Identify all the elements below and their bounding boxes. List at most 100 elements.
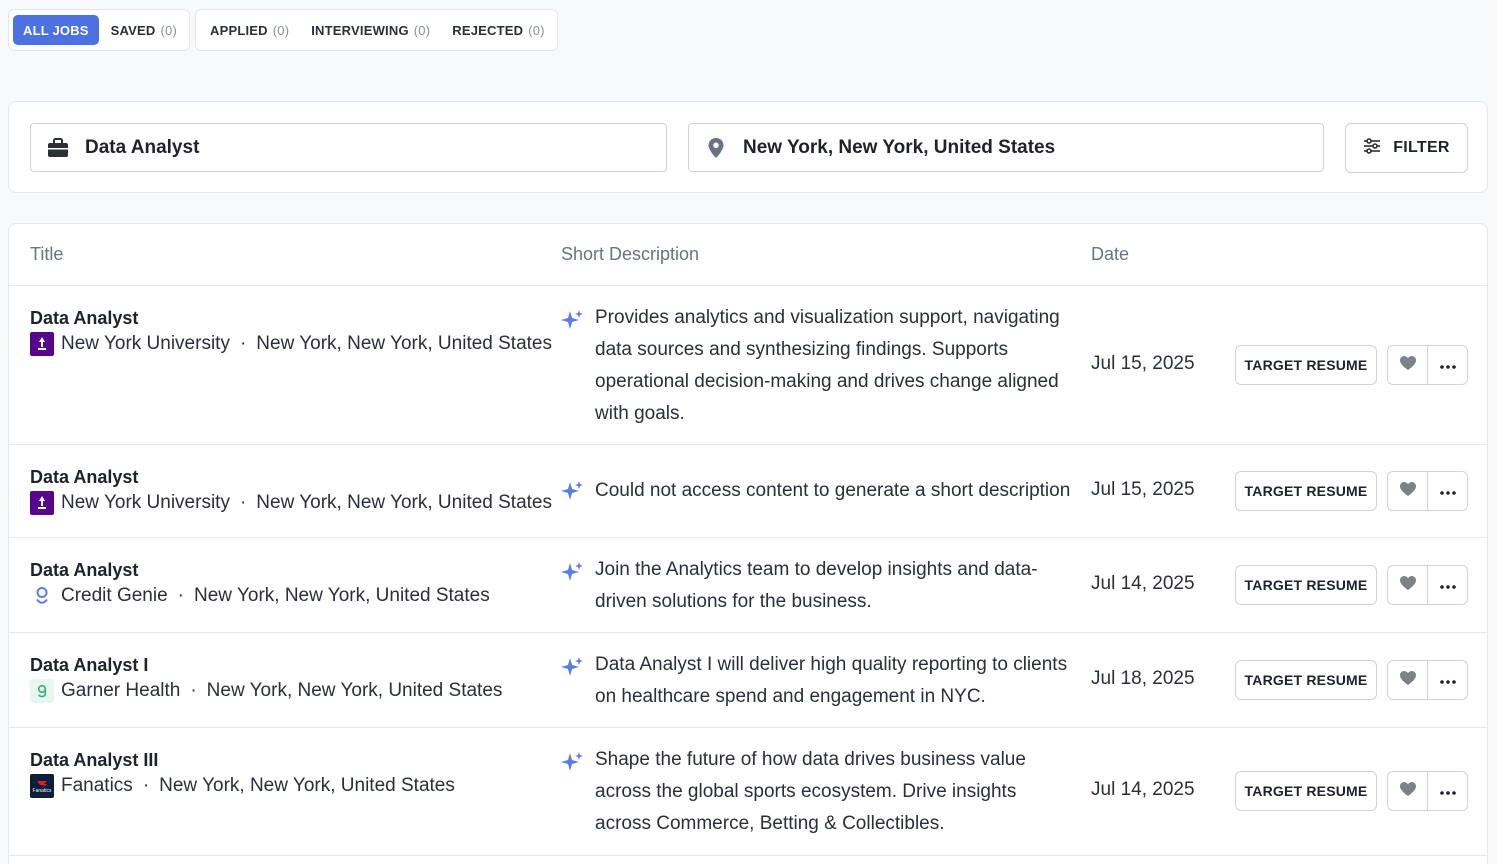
filter-label: FILTER — [1393, 139, 1450, 156]
credit-genie-logo-icon — [30, 584, 54, 608]
tab-all-jobs[interactable]: ALL JOBS — [13, 15, 99, 45]
more-options-button[interactable] — [1427, 566, 1467, 604]
ai-sparkle-icon — [560, 308, 584, 332]
job-title[interactable]: Data Analyst — [30, 560, 138, 581]
job-meta: Garner Health · New York, New York, United… — [30, 679, 502, 703]
tab-interviewing[interactable]: INTERVIEWING (0) — [301, 15, 440, 45]
target-resume-button[interactable]: TARGET RESUME — [1235, 660, 1377, 700]
job-title[interactable]: Data Analyst III — [30, 750, 158, 771]
job-location: New York, New York, United States — [159, 775, 455, 796]
ai-sparkle-icon — [560, 655, 584, 679]
location-input[interactable]: New York, New York, United States — [688, 123, 1324, 172]
column-header-date[interactable]: Date — [1091, 244, 1129, 265]
target-resume-button[interactable]: TARGET RESUME — [1235, 471, 1377, 511]
tab-saved-label: SAVED — [110, 22, 156, 38]
job-title-value: Data Analyst — [85, 136, 200, 158]
job-meta: New York University · New York, New York, … — [30, 332, 552, 356]
table-row[interactable]: Data Analyst New York University · New York… — [9, 286, 1487, 445]
posted-date: Jul 18, 2025 — [1091, 668, 1195, 689]
save-job-button[interactable] — [1388, 346, 1427, 384]
column-header-description: Short Description — [561, 244, 700, 264]
ai-sparkle-icon — [560, 750, 584, 774]
target-resume-button[interactable]: TARGET RESUME — [1235, 345, 1377, 385]
company-name: New York University — [61, 492, 230, 513]
row-actions — [1387, 565, 1468, 605]
separator-dot: · — [190, 680, 197, 701]
short-description: Could not access content to generate a s… — [595, 480, 1071, 501]
tab-saved[interactable]: SAVED (0) — [101, 15, 187, 45]
target-resume-button[interactable]: TARGET RESUME — [1235, 565, 1377, 605]
row-actions — [1387, 771, 1468, 811]
tab-all-jobs-label: ALL JOBS — [23, 22, 89, 38]
more-options-button[interactable] — [1427, 472, 1467, 510]
tab-interviewing-label: INTERVIEWING — [311, 22, 409, 38]
job-title[interactable]: Data Analyst — [30, 467, 138, 488]
short-description: Shape the future of how data drives busi… — [595, 749, 1026, 834]
tab-rejected-count: (0) — [528, 22, 545, 38]
target-resume-button[interactable]: TARGET RESUME — [1235, 771, 1377, 811]
short-description: Provides analytics and visualization sup… — [595, 307, 1060, 424]
table-row[interactable]: Data Analyst I Garner Health · New York, Ne… — [9, 633, 1487, 728]
table-header: Title Short Description Date — [9, 224, 1487, 286]
table-row[interactable]: Data Analyst III Fanatics Fanatics · New Yor… — [9, 728, 1487, 856]
location-value: New York, New York, United States — [743, 136, 1056, 158]
job-location: New York, New York, United States — [256, 492, 552, 513]
tab-group-status: APPLIED (0) INTERVIEWING (0) REJECTED (0… — [195, 9, 558, 51]
briefcase-icon — [31, 137, 85, 158]
location-pin-icon — [689, 137, 743, 159]
tab-interviewing-count: (0) — [413, 22, 431, 38]
tab-applied-label: APPLIED — [210, 22, 268, 38]
table-row[interactable]: Data Analyst New York University · New York… — [9, 445, 1487, 538]
more-horizontal-icon — [1439, 671, 1456, 689]
garner-health-logo-icon — [30, 679, 54, 703]
company-name: Credit Genie — [61, 585, 168, 606]
column-header-title[interactable]: Title — [30, 244, 63, 265]
company-name: Garner Health — [61, 680, 181, 701]
table-body: Data Analyst New York University · New York… — [9, 286, 1487, 856]
table-row[interactable]: Data Analyst Credit Genie · New York, New Y… — [9, 538, 1487, 633]
save-job-button[interactable] — [1388, 566, 1427, 604]
search-panel: Data Analyst New York, New York, United … — [8, 101, 1488, 193]
short-description: Join the Analytics team to develop insig… — [595, 559, 1038, 612]
heart-icon — [1399, 355, 1417, 376]
job-location: New York, New York, United States — [194, 585, 490, 606]
job-meta: Fanatics Fanatics · New York, New York, Uni… — [30, 774, 455, 798]
more-horizontal-icon — [1439, 482, 1456, 500]
job-title[interactable]: Data Analyst I — [30, 655, 148, 676]
tab-applied[interactable]: APPLIED (0) — [200, 15, 299, 45]
more-options-button[interactable] — [1427, 346, 1467, 384]
posted-date: Jul 15, 2025 — [1091, 353, 1195, 374]
more-options-button[interactable] — [1427, 661, 1467, 699]
separator-dot: · — [142, 775, 150, 796]
nyu-logo-icon — [30, 332, 54, 356]
save-job-button[interactable] — [1388, 472, 1427, 510]
job-title[interactable]: Data Analyst — [30, 308, 138, 329]
company-name: New York University — [61, 333, 230, 354]
separator-dot: · — [239, 333, 247, 354]
separator-dot: · — [239, 492, 247, 513]
tab-applied-count: (0) — [272, 22, 290, 38]
job-location: New York, New York, United States — [206, 680, 503, 701]
heart-icon — [1399, 575, 1417, 596]
more-options-button[interactable] — [1427, 772, 1467, 810]
filter-button[interactable]: FILTER — [1345, 123, 1468, 173]
more-horizontal-icon — [1439, 782, 1456, 800]
ai-sparkle-icon — [560, 479, 584, 503]
tab-rejected-label: REJECTED — [452, 22, 524, 38]
results-table: Title Short Description Date Data Analys… — [8, 223, 1488, 864]
separator-dot: · — [177, 585, 184, 606]
job-meta: Credit Genie · New York, New York, United … — [30, 584, 490, 608]
tab-rejected[interactable]: REJECTED (0) — [442, 15, 554, 45]
tab-saved-count: (0) — [160, 22, 177, 38]
posted-date: Jul 14, 2025 — [1091, 779, 1195, 800]
job-location: New York, New York, United States — [256, 333, 552, 354]
job-title-input[interactable]: Data Analyst — [30, 123, 667, 172]
save-job-button[interactable] — [1388, 661, 1427, 699]
heart-icon — [1399, 481, 1417, 502]
job-meta: New York University · New York, New York, … — [30, 491, 552, 515]
row-actions — [1387, 471, 1468, 511]
save-job-button[interactable] — [1388, 772, 1427, 810]
posted-date: Jul 14, 2025 — [1091, 573, 1195, 594]
fanatics-logo-icon: Fanatics — [30, 774, 54, 798]
nyu-logo-icon — [30, 491, 54, 515]
